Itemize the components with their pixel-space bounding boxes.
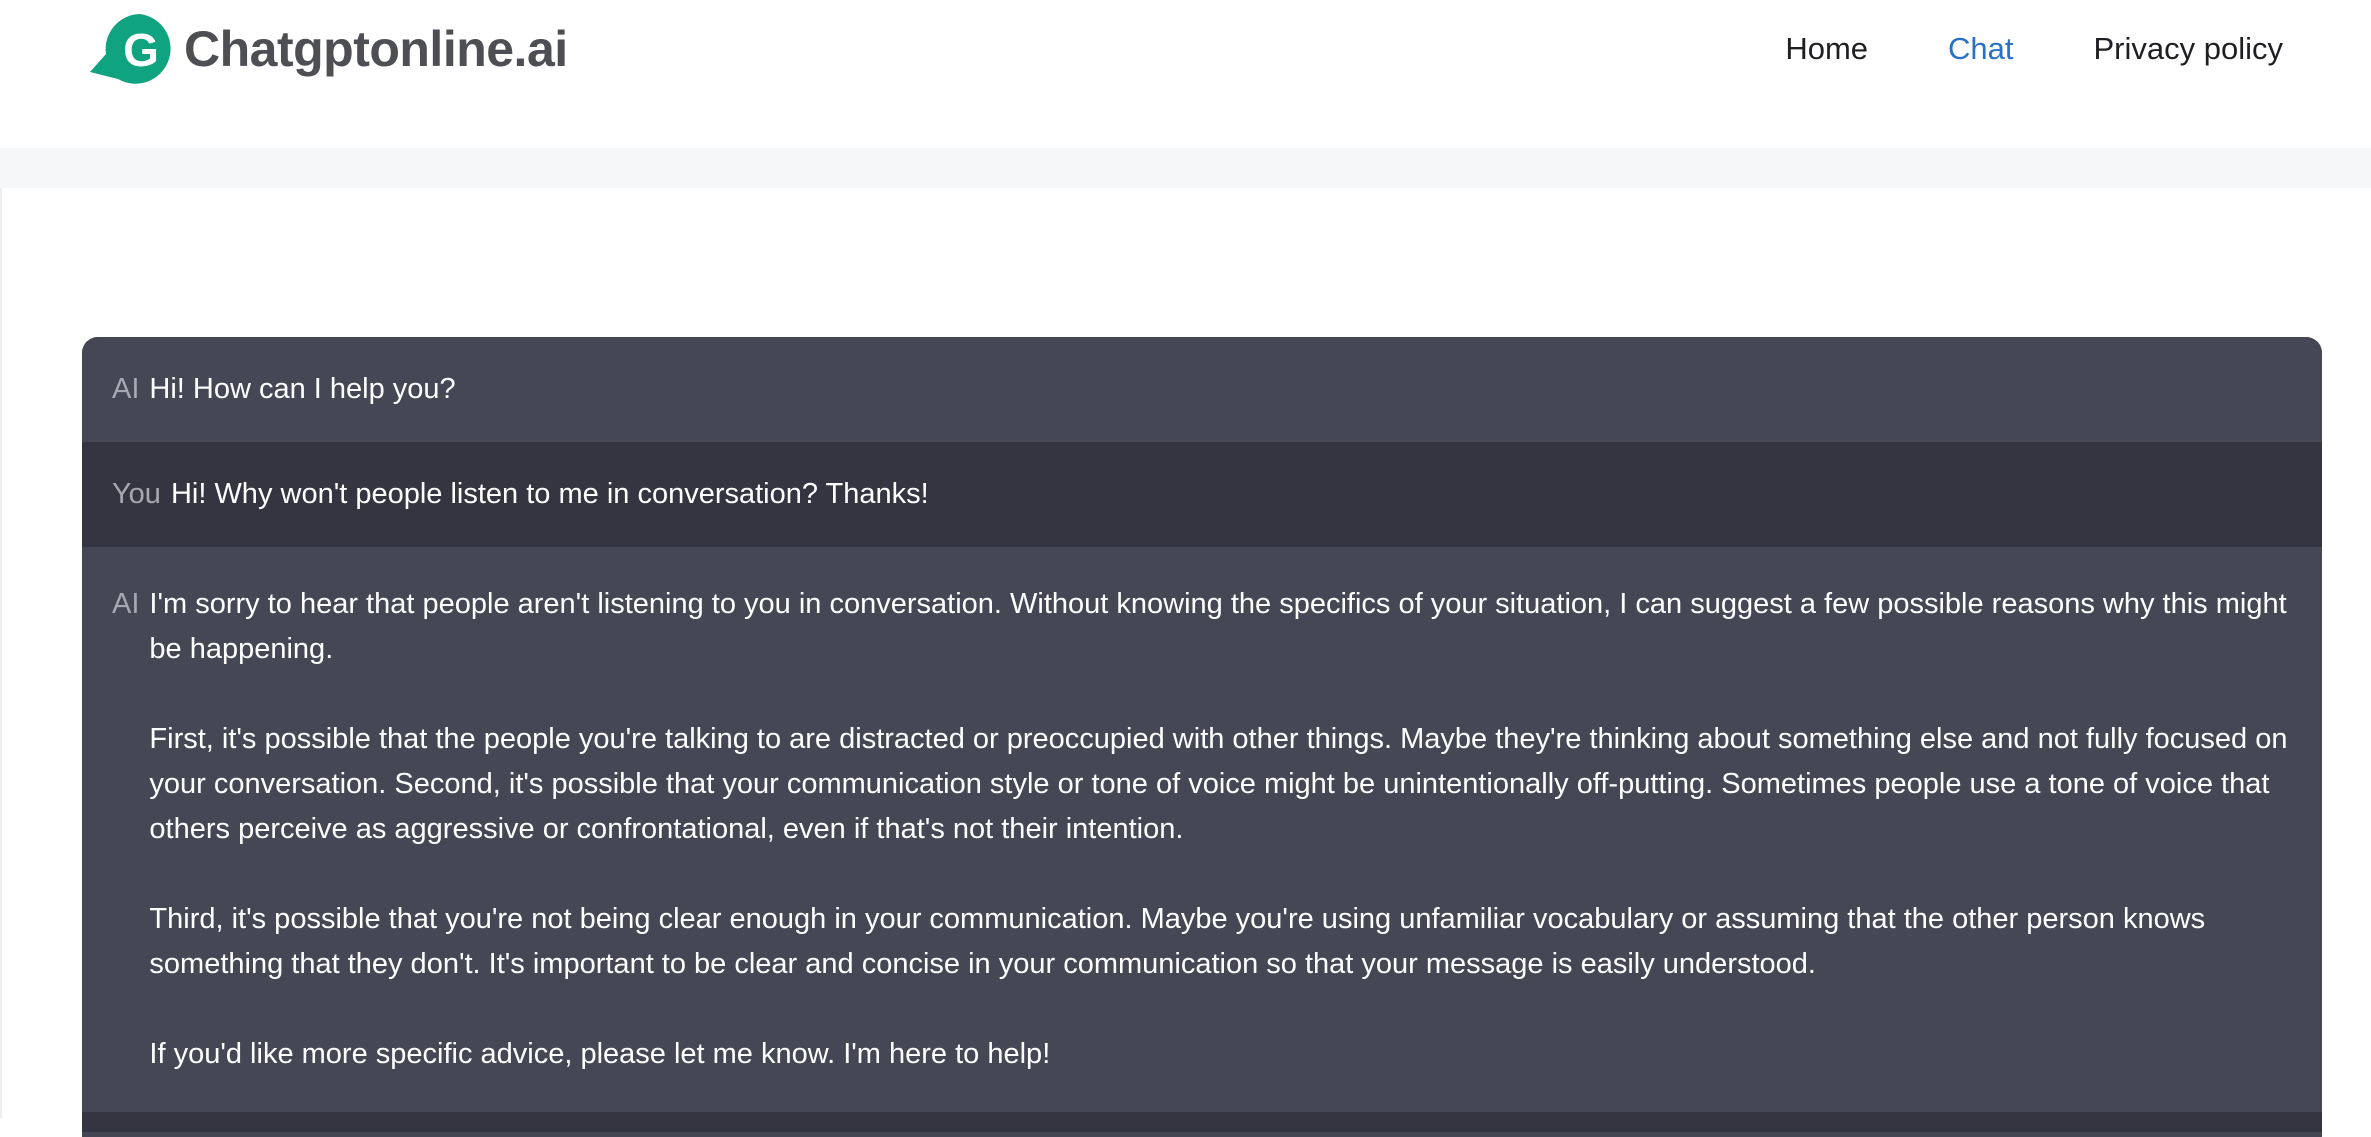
message-role-label: You: [112, 478, 161, 510]
message-text: Hi! How can I help you?: [149, 367, 2292, 412]
message-paragraph: Hi! How can I help you?: [149, 373, 456, 405]
nav-chat-link[interactable]: Chat: [1948, 24, 2013, 74]
g-logo-icon: G: [90, 14, 171, 84]
svg-text:G: G: [123, 24, 159, 76]
logo-text: Chatgptonline.ai: [184, 21, 568, 77]
nav-privacy-policy-link[interactable]: Privacy policy: [2094, 24, 2284, 74]
message-role-label: AI: [112, 373, 140, 405]
main-nav: Home Chat Privacy policy: [1705, 24, 2283, 74]
chat-message-ai: AI Hi! How can I help you?: [82, 337, 2322, 442]
message-role-label: AI: [112, 588, 140, 620]
message-text: Hi! Why won't people listen to me in con…: [171, 472, 2292, 517]
message-text: I'm sorry to hear that people aren't lis…: [149, 582, 2292, 1077]
message-paragraph: First, it's possible that the people you…: [149, 723, 2288, 845]
page-border: [0, 188, 2, 1118]
message-paragraph: I'm sorry to hear that people aren't lis…: [149, 588, 2287, 665]
chat-message-user: You Hi! Why won't people listen to me in…: [82, 442, 2322, 547]
nav-home-link[interactable]: Home: [1785, 24, 1868, 74]
site-header: G Chatgptonline.ai Home Chat Privacy pol…: [0, 0, 2371, 148]
header-separator-band: [0, 148, 2371, 188]
message-paragraph: Third, it's possible that you're not bei…: [149, 903, 2206, 980]
message-paragraph: If you'd like more specific advice, plea…: [149, 1038, 1051, 1070]
chat-next-message-stub: [82, 1112, 2322, 1132]
chat-message-ai: AI I'm sorry to hear that people aren't …: [82, 547, 2322, 1112]
site-logo[interactable]: G Chatgptonline.ai: [88, 10, 568, 88]
chat-transcript[interactable]: AI Hi! How can I help you? You Hi! Why w…: [82, 337, 2322, 1137]
message-paragraph: Hi! Why won't people listen to me in con…: [170, 478, 929, 510]
